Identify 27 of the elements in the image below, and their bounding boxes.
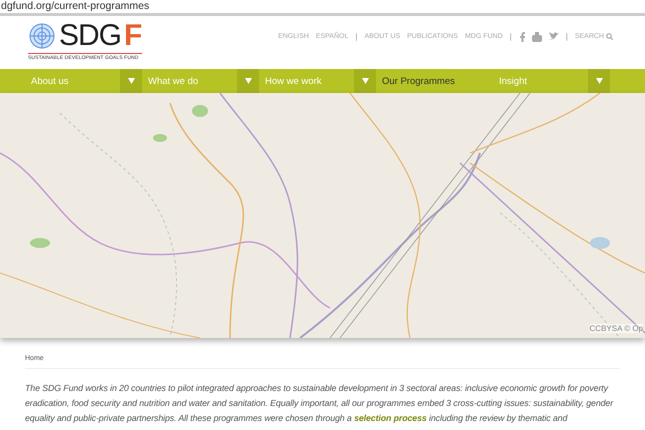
search-icon [606, 33, 613, 40]
nav-tab[interactable]: How we work [259, 69, 354, 93]
caret-icon [128, 78, 134, 84]
separator: | [510, 32, 512, 41]
facebook-icon [518, 32, 525, 42]
dropdown-button[interactable] [237, 69, 259, 93]
bird-icon [548, 32, 559, 41]
map-attribution: CCBYSA © Op [590, 324, 643, 333]
dropdown-button[interactable] [354, 69, 376, 93]
caret-icon [362, 78, 368, 84]
separator: | [566, 32, 568, 41]
logo-mark: F [124, 20, 142, 50]
intro-paragraph: The SDG Fund works in 20 countries to pilot integrated approaches to sustainable development in 3 sectoral areas: inclusive economic growth for poverty eradication, food security and nutrition and water and sanitation. Equally important, all our programmes embed 3 cross-cutting issues: sustainability, gender equality and public-private partnerships. All these programmes were chosen through a selection process including the review by thematic and [25, 382, 614, 425]
caret-icon [244, 78, 252, 84]
nav-tab[interactable]: About us [25, 69, 120, 93]
logo-wordmark: SDG [59, 20, 122, 50]
caret-icon [596, 78, 602, 84]
globe-emblem-icon [28, 22, 56, 50]
nav-tab[interactable]: What we do [142, 69, 237, 93]
separator: | [355, 32, 358, 41]
nav-tab[interactable]: Our Programmes [376, 69, 493, 93]
video-icon [532, 32, 542, 42]
selection-process-link[interactable]: selection process [354, 413, 427, 423]
dropdown-button[interactable] [120, 69, 142, 93]
nav-tab[interactable]: Insight [493, 69, 588, 93]
dropdown-button[interactable] [588, 69, 610, 93]
address-url[interactable]: dgfund.org/current-programmes [1, 0, 150, 12]
